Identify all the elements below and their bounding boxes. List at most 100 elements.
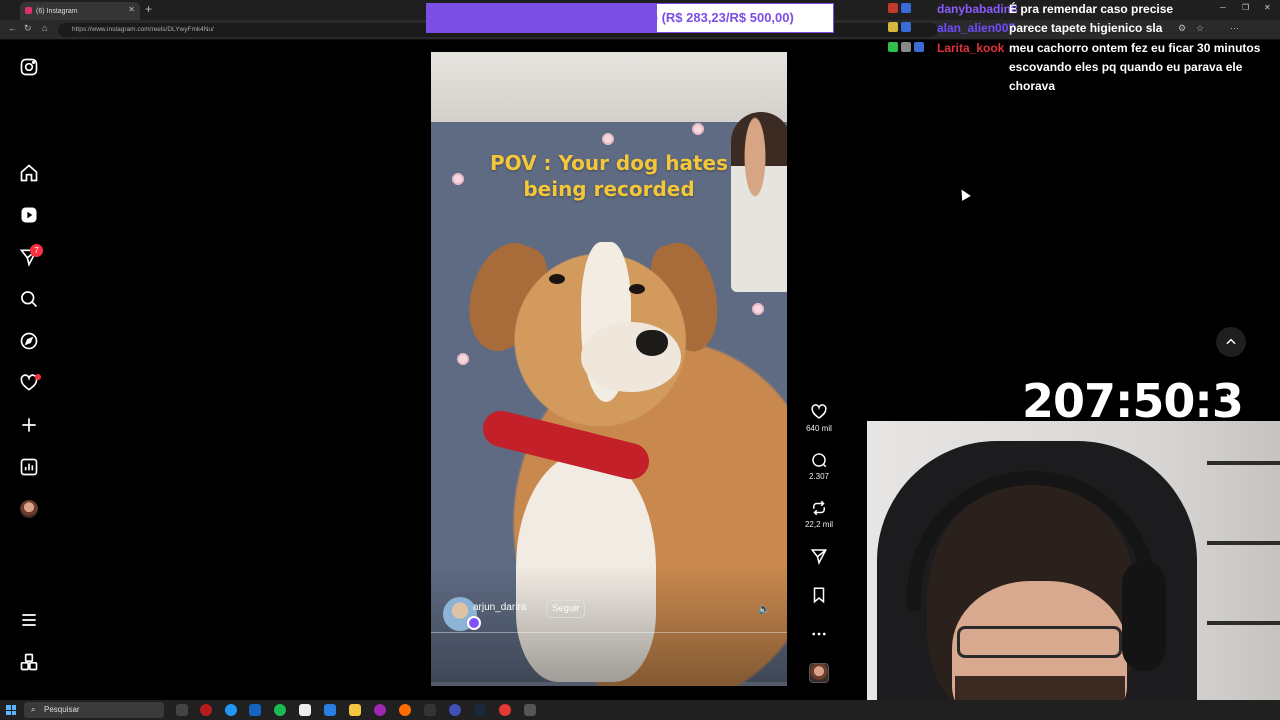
background-shelf — [1207, 541, 1280, 545]
like-count: 640 mil — [806, 424, 832, 433]
search-icon[interactable] — [18, 288, 40, 310]
heart-icon — [811, 404, 827, 419]
headset-earcup — [1122, 561, 1166, 671]
explore-icon[interactable] — [18, 330, 40, 352]
opera-icon[interactable] — [200, 704, 212, 716]
task-view-icon[interactable] — [176, 704, 188, 716]
sofa-flower-pattern — [691, 122, 705, 136]
chat-badges — [888, 42, 924, 52]
chat-badges — [888, 22, 911, 32]
more-menu-icon[interactable] — [18, 609, 40, 631]
instagram-logo-icon[interactable] — [18, 56, 40, 78]
also-from-meta-icon[interactable] — [18, 651, 40, 673]
steam-icon[interactable] — [474, 704, 486, 716]
comment-count: 2.307 — [808, 472, 830, 481]
file-explorer-icon[interactable] — [349, 704, 361, 716]
dashboard-icon[interactable] — [18, 456, 40, 478]
background-person — [731, 112, 787, 292]
video-bottom-gradient — [431, 566, 787, 686]
repost-button[interactable]: 22,2 mil — [805, 499, 833, 529]
badge-icon — [888, 3, 898, 13]
chevron-down-icon — [1226, 393, 1236, 400]
save-button[interactable] — [806, 586, 832, 604]
windows-start-icon[interactable] — [6, 705, 16, 715]
app-icon[interactable] — [524, 704, 536, 716]
more-options-button[interactable] — [806, 625, 832, 643]
taskbar-search-placeholder: Pesquisar — [44, 705, 80, 714]
previous-reel-button[interactable] — [1216, 327, 1246, 357]
author-username[interactable]: arjun_darira — [473, 602, 526, 613]
follow-button[interactable]: Seguir — [546, 600, 586, 618]
badge-icon — [888, 22, 898, 32]
instagram-favicon-icon — [25, 7, 32, 14]
home-icon[interactable] — [18, 162, 40, 184]
browser-tab[interactable]: (6) Instagram ✕ — [20, 2, 140, 20]
repost-count: 22,2 mil — [804, 520, 833, 529]
close-tab-icon[interactable]: ✕ — [128, 5, 135, 14]
badge-icon — [901, 42, 911, 52]
chat-badges — [888, 3, 911, 13]
like-button[interactable]: 640 mil — [806, 403, 832, 433]
verified-badge-icon — [467, 616, 481, 630]
subathon-goal-text: Subathuxa 82 (Filme + 4 horas) (R$ 283,2… — [466, 10, 794, 25]
notification-dot — [35, 374, 41, 380]
next-reel-button[interactable] — [1216, 381, 1246, 411]
subathon-goal-bar: Subathuxa 82 (Filme + 4 horas) (R$ 283,2… — [426, 3, 834, 33]
app-icon[interactable] — [299, 704, 311, 716]
search-icon: ⌕ — [31, 705, 36, 714]
chat-text: É pra remendar caso precise — [1009, 2, 1174, 16]
reel-caption-overlay: POV : Your dog hates being recorded — [431, 150, 787, 202]
spotify-icon[interactable] — [274, 704, 286, 716]
home-browser-icon[interactable]: ⌂ — [42, 23, 47, 33]
sofa-flower-pattern — [456, 352, 470, 366]
volume-icon[interactable]: 🔈 — [758, 604, 770, 615]
firefox-icon[interactable] — [399, 704, 411, 716]
bookmark-icon — [813, 587, 825, 604]
chat-username: alan_alien007 — [937, 21, 1016, 35]
badge-icon — [914, 42, 924, 52]
audio-thumbnail[interactable] — [809, 663, 829, 683]
sofa-flower-pattern — [601, 132, 615, 146]
dog-nose — [636, 330, 668, 356]
badge-icon — [888, 42, 898, 52]
share-button[interactable] — [806, 547, 832, 565]
dog-muzzle — [581, 322, 681, 392]
app-icon[interactable] — [449, 704, 461, 716]
background-shelf — [1207, 461, 1280, 465]
chat-username: Larita_kook — [937, 41, 1005, 55]
taskbar-search-field[interactable]: ⌕ Pesquisar — [24, 702, 164, 718]
video-progress-bar[interactable] — [431, 632, 787, 633]
comment-button[interactable]: 2.307 — [806, 451, 832, 481]
chat-username: danybabadin8 — [937, 2, 1018, 16]
reload-icon[interactable]: ↻ — [24, 23, 32, 34]
share-send-icon — [810, 549, 827, 565]
more-dots-icon — [812, 632, 826, 636]
reels-icon[interactable] — [18, 204, 40, 226]
create-plus-icon[interactable] — [18, 414, 40, 436]
subathon-timer: 207:50:3 — [1022, 374, 1244, 428]
browser-app-icon[interactable] — [225, 704, 237, 716]
chevron-up-icon — [1226, 338, 1236, 345]
chat-text: parece tapete higienico sla — [1009, 21, 1163, 35]
chat-text: meu cachorro ontem fez eu ficar 30 minut… — [1009, 41, 1261, 93]
streamer-glasses — [957, 626, 1122, 658]
background-shelf — [1207, 621, 1280, 625]
repost-icon — [813, 500, 825, 516]
messages-badge: 7 — [30, 244, 43, 257]
comment-icon — [812, 453, 827, 468]
dog-eye — [629, 284, 645, 294]
profile-avatar[interactable] — [20, 500, 38, 518]
reel-video[interactable]: POV : Your dog hates being recorded arju… — [431, 52, 787, 686]
new-tab-button[interactable]: + — [145, 2, 152, 16]
app-icon[interactable] — [424, 704, 436, 716]
tab-title: (6) Instagram — [36, 7, 78, 15]
app-icon[interactable] — [374, 704, 386, 716]
back-icon[interactable]: ← — [8, 23, 17, 33]
app-icon[interactable] — [249, 704, 261, 716]
caption-line-1: POV : Your dog hates — [489, 151, 729, 175]
badge-icon — [901, 22, 911, 32]
caption-line-2: being recorded — [523, 177, 695, 201]
app-icon[interactable] — [499, 704, 511, 716]
app-icon[interactable] — [324, 704, 336, 716]
webcam-feed — [867, 421, 1280, 720]
